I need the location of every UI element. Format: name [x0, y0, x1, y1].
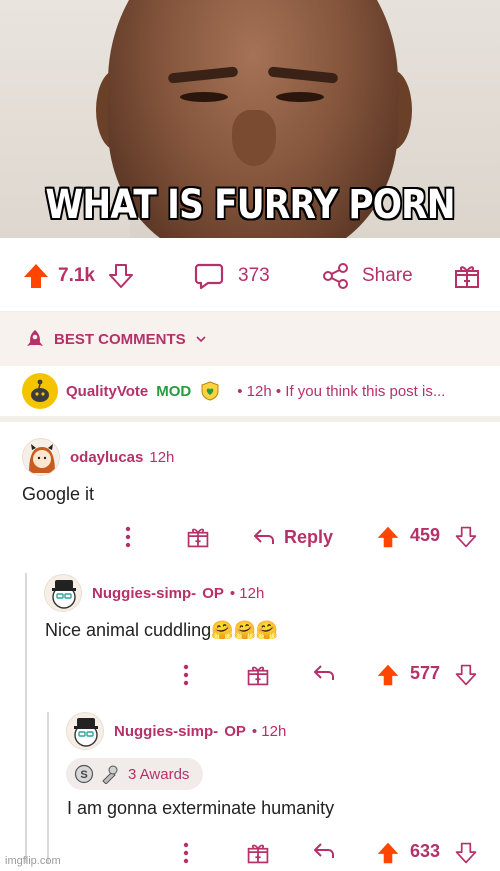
comments-button[interactable]: 373 [194, 262, 270, 290]
face-nose [232, 110, 276, 166]
op-badge: OP [224, 722, 246, 740]
comment-icon [194, 263, 224, 290]
rocket-icon [27, 330, 43, 346]
avatar-icon [74, 718, 98, 747]
gift-icon[interactable] [186, 525, 210, 549]
comment-meta: • 12h • If you think this post is... [237, 382, 446, 400]
comment-time: 12h [149, 448, 175, 466]
upvote-count: 7.1k [58, 265, 95, 286]
comment-header: odaylucas 12h [22, 438, 174, 476]
downvote-icon[interactable] [454, 525, 478, 549]
meme-caption: WHAT IS FURRY PORN [45, 182, 455, 228]
mod-badge: MOD [156, 382, 192, 400]
share-button[interactable]: Share [322, 262, 413, 290]
comment-time: • 12h [229, 584, 265, 602]
post-image[interactable]: WHAT IS FURRY PORN [0, 0, 500, 238]
comment-actions: Reply 459 [0, 522, 500, 552]
thread-line[interactable] [25, 573, 27, 863]
comment-body: I am gonna exterminate humanity [67, 798, 335, 818]
username[interactable]: odaylucas [70, 449, 143, 466]
award-button[interactable] [453, 262, 481, 290]
upvote-icon[interactable] [22, 262, 50, 290]
op-badge: OP [202, 584, 224, 602]
comment-actions: 633 [0, 838, 500, 868]
avatar[interactable] [22, 438, 60, 476]
comment-header: Nuggies-simp- OP • 12h [66, 712, 286, 750]
avatar[interactable] [44, 574, 82, 612]
downvote-icon[interactable] [454, 841, 478, 865]
upvote-icon[interactable] [376, 525, 400, 549]
comment-body: Google it [22, 484, 95, 504]
comment-header: Nuggies-simp- OP • 12h [44, 574, 264, 612]
gift-icon [455, 266, 479, 288]
silver-award-icon: S [74, 764, 94, 784]
avatar-icon [29, 444, 55, 473]
more-icon[interactable] [124, 525, 132, 549]
watermark: imgflip.com [5, 855, 61, 867]
avatar-icon [52, 580, 76, 609]
more-icon[interactable] [182, 663, 190, 687]
helpful-award-icon [102, 765, 118, 784]
comment-count: 373 [238, 265, 270, 286]
snoo-icon [31, 379, 49, 402]
username[interactable]: Nuggies-simp- [114, 723, 218, 740]
reply-label: Reply [284, 526, 334, 547]
gift-icon[interactable] [246, 841, 270, 865]
comment-actions: 577 [0, 660, 500, 690]
mod-comment-collapsed[interactable]: QualityVote MOD • 12h • If you think thi… [0, 366, 500, 422]
comment-time: • 12h [251, 722, 287, 740]
face-eye [276, 92, 324, 102]
chevron-down-icon [196, 336, 206, 343]
avatar[interactable] [66, 712, 104, 750]
more-icon[interactable] [182, 841, 190, 865]
reply-icon [254, 529, 274, 544]
downvote-icon[interactable] [107, 262, 135, 290]
awards-pill[interactable]: S 3 Awards [66, 758, 204, 790]
gift-icon[interactable] [246, 663, 270, 687]
share-icon [323, 263, 348, 289]
upvote-icon[interactable] [376, 663, 400, 687]
awards-count: 3 Awards [128, 765, 190, 783]
upvote-icon[interactable] [376, 841, 400, 865]
score: 459 [410, 525, 441, 545]
score: 633 [410, 841, 441, 861]
comment-body: Nice animal cuddling🤗🤗🤗 [45, 620, 279, 640]
score: 577 [410, 663, 441, 683]
post-action-bar: 7.1k 373 Share [0, 238, 500, 312]
sort-label: BEST COMMENTS [54, 330, 186, 348]
share-label: Share [362, 265, 413, 286]
mod-shield-icon [201, 381, 219, 401]
comment-sort-dropdown[interactable]: BEST COMMENTS [0, 312, 500, 366]
reply-icon[interactable] [312, 841, 336, 861]
face-eye [180, 92, 228, 102]
svg-text:S: S [80, 769, 87, 781]
downvote-icon[interactable] [454, 663, 478, 687]
username[interactable]: Nuggies-simp- [92, 585, 196, 602]
reply-button[interactable]: Reply [252, 527, 333, 548]
username[interactable]: QualityVote [66, 383, 148, 400]
vote-group: 7.1k [22, 262, 135, 290]
avatar[interactable] [22, 373, 58, 409]
reply-icon[interactable] [312, 663, 336, 683]
